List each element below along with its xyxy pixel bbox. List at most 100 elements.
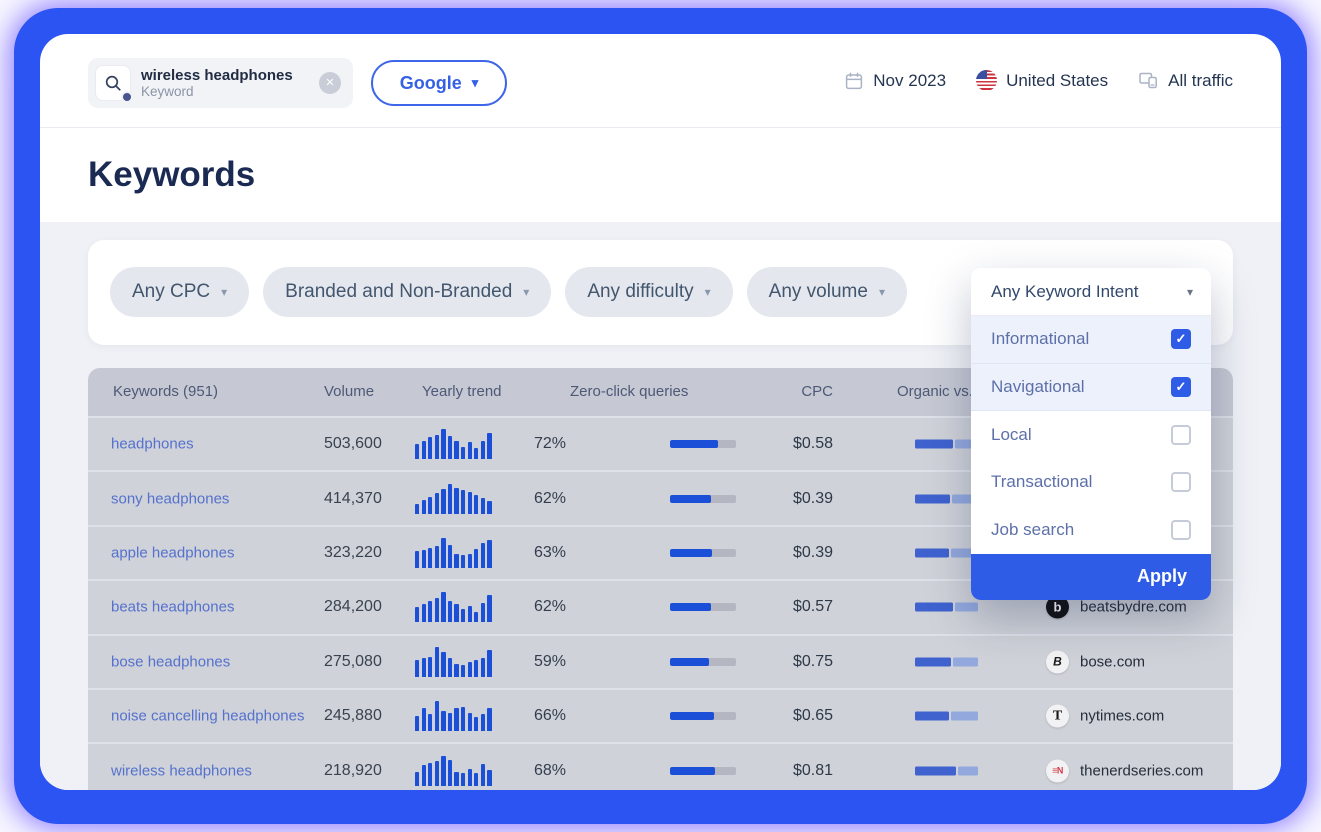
engine-label: Google [400,73,462,94]
intent-option-local[interactable]: Local [971,411,1211,459]
intent-dropdown-toggle[interactable]: Any Keyword Intent ▾ [971,268,1211,316]
search-icon [95,65,131,101]
topbar-divider [40,127,1281,128]
volume-value: 323,220 [324,544,382,562]
checkbox-unchecked-icon[interactable] [1171,425,1191,445]
filter-any-volume[interactable]: Any volume ▾ [747,267,907,317]
cpc-value: $0.65 [753,707,833,725]
apply-button[interactable]: Apply [971,554,1211,600]
keyword-link[interactable]: headphones [111,436,194,453]
keyword-search-box[interactable]: wireless headphones Keyword ✕ [88,58,353,108]
yearly-trend-chart [415,484,495,514]
search-query[interactable]: wireless headphones [141,67,293,84]
filter-label: Any volume [769,281,868,303]
chevron-down-icon: ▾ [879,285,885,299]
yearly-trend-chart [415,701,495,731]
zero-click-bar [670,767,736,775]
cpc-value: $0.57 [753,598,833,616]
organic-vs-paid-bar [915,766,978,775]
date-selector[interactable]: Nov 2023 [844,71,946,91]
zero-click-bar [670,440,736,448]
column-organic[interactable]: Organic vs. [897,368,973,416]
column-zero-click[interactable]: Zero-click queries [570,368,688,416]
volume-value: 275,080 [324,653,382,671]
zero-click-bar [670,549,736,557]
calendar-icon [844,71,864,91]
intent-option-label: Transactional [991,472,1171,492]
zero-click-percent: 62% [518,598,566,616]
filter-any-cpc[interactable]: Any CPC ▾ [110,267,249,317]
organic-vs-paid-bar [915,657,978,666]
filter-branded[interactable]: Branded and Non-Branded ▾ [263,267,551,317]
domain-favicon: T [1046,705,1069,728]
checkbox-checked-icon[interactable]: ✓ [1171,377,1191,397]
column-trend: Yearly trend [422,368,502,416]
volume-value: 284,200 [324,598,382,616]
intent-dropdown-label: Any Keyword Intent [991,282,1187,302]
zero-click-bar [670,712,736,720]
close-icon: ✕ [325,77,334,89]
zero-click-percent: 59% [518,653,566,671]
table-row[interactable]: noise cancelling headphones 245,880 66% … [88,688,1233,742]
domain-link[interactable]: thenerdseries.com [1080,762,1203,779]
status-dot [121,91,133,103]
chevron-down-icon: ▾ [705,285,711,299]
traffic-selector[interactable]: All traffic [1138,70,1233,91]
keyword-link[interactable]: wireless headphones [111,762,252,779]
column-cpc[interactable]: CPC [753,368,833,416]
search-type-label: Keyword [141,84,293,100]
chevron-down-icon: ▾ [1187,285,1193,299]
column-volume[interactable]: Volume [324,368,374,416]
domain-link[interactable]: nytimes.com [1080,708,1164,725]
cpc-value: $0.39 [753,490,833,508]
intent-option-label: Navigational [991,377,1171,397]
filter-any-difficulty[interactable]: Any difficulty ▾ [565,267,732,317]
chevron-down-icon: ▾ [472,75,479,91]
zero-click-bar [670,495,736,503]
column-keywords[interactable]: Keywords (951) [113,368,218,416]
date-label: Nov 2023 [873,71,946,91]
keyword-intent-dropdown: Any Keyword Intent ▾ Informational✓Navig… [971,268,1211,600]
location-label: United States [1006,71,1108,91]
keyword-link[interactable]: bose headphones [111,653,230,670]
intent-option-informational[interactable]: Informational✓ [971,316,1211,364]
organic-vs-paid-bar [915,603,978,612]
keyword-link[interactable]: beats headphones [111,599,234,616]
domain-link[interactable]: beatsbydre.com [1080,599,1187,616]
volume-value: 245,880 [324,707,382,725]
filter-label: Branded and Non-Branded [285,281,512,303]
organic-vs-paid-bar [915,494,978,503]
table-row[interactable]: wireless headphones 218,920 68% $0.81 ≡N… [88,742,1233,790]
chevron-down-icon: ▾ [523,285,529,299]
keyword-link[interactable]: apple headphones [111,544,234,561]
keyword-link[interactable]: sony headphones [111,490,229,507]
intent-option-label: Local [991,425,1171,445]
topbar: wireless headphones Keyword ✕ Google ▾ [40,34,1281,127]
filter-label: Any difficulty [587,281,693,303]
volume-value: 218,920 [324,762,382,780]
intent-option-label: Informational [991,329,1171,349]
cpc-value: $0.75 [753,653,833,671]
cpc-value: $0.81 [753,762,833,780]
zero-click-percent: 63% [518,544,566,562]
intent-option-job-search[interactable]: Job search [971,506,1211,554]
clear-search-button[interactable]: ✕ [319,72,341,94]
cpc-value: $0.58 [753,435,833,453]
search-engine-dropdown[interactable]: Google ▾ [371,60,507,106]
page-title: Keywords [88,155,255,195]
checkbox-checked-icon[interactable]: ✓ [1171,329,1191,349]
topbar-meta: Nov 2023 United States All traffic [844,34,1233,127]
search-text: wireless headphones Keyword [141,67,293,100]
checkbox-unchecked-icon[interactable] [1171,520,1191,540]
intent-option-transactional[interactable]: Transactional [971,459,1211,507]
domain-link[interactable]: bose.com [1080,653,1145,670]
zero-click-bar [670,603,736,611]
domain-favicon: ≡N [1046,759,1069,782]
checkbox-unchecked-icon[interactable] [1171,472,1191,492]
organic-vs-paid-bar [915,548,978,557]
intent-option-label: Job search [991,520,1171,540]
intent-option-navigational[interactable]: Navigational✓ [971,364,1211,412]
location-selector[interactable]: United States [976,70,1108,91]
keyword-link[interactable]: noise cancelling headphones [111,708,304,725]
table-row[interactable]: bose headphones 275,080 59% $0.75 B bose… [88,634,1233,688]
